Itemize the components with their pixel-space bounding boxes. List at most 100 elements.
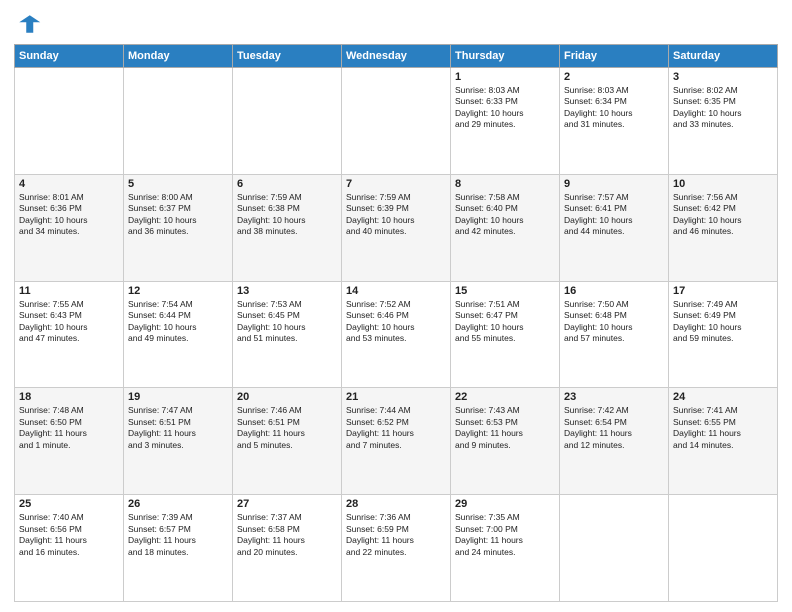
day-number: 7 bbox=[346, 178, 446, 190]
day-info: Sunrise: 7:59 AM Sunset: 6:38 PM Dayligh… bbox=[237, 192, 337, 238]
day-info: Sunrise: 8:01 AM Sunset: 6:36 PM Dayligh… bbox=[19, 192, 119, 238]
calendar-cell: 27 Sunrise: 7:37 AM Sunset: 6:58 PM Dayli… bbox=[233, 495, 342, 602]
calendar-cell: 28Sunrise: 7:36 AM Sunset: 6:59 PM Dayli… bbox=[342, 495, 451, 602]
day-number: 1 bbox=[455, 71, 555, 83]
calendar-cell: 26Sunrise: 7:39 AM Sunset: 6:57 PM Dayli… bbox=[124, 495, 233, 602]
calendar-cell bbox=[669, 495, 778, 602]
day-number: 19 bbox=[128, 391, 228, 403]
day-number: 29 bbox=[455, 498, 555, 510]
calendar-week-row: 1 Sunrise: 8:03 AM Sunset: 6:33 PM Daylig… bbox=[15, 68, 778, 175]
day-info: Sunrise: 7:55 AM Sunset: 6:43 PM Dayligh… bbox=[19, 299, 119, 345]
day-number: 28 bbox=[346, 498, 446, 510]
page: SundayMondayTuesdayWednesdayThursdayFrid… bbox=[0, 0, 792, 612]
day-number: 16 bbox=[564, 285, 664, 297]
calendar-cell bbox=[15, 68, 124, 175]
day-number: 18 bbox=[19, 391, 119, 403]
calendar-cell: 29 Sunrise: 7:35 AM Sunset: 7:00 PM Dayli… bbox=[451, 495, 560, 602]
day-info: Sunrise: 7:48 AM Sunset: 6:50 PM Dayligh… bbox=[19, 405, 119, 451]
calendar-cell: 6 Sunrise: 7:59 AM Sunset: 6:38 PM Daylig… bbox=[233, 174, 342, 281]
day-info: Sunrise: 7:35 AM Sunset: 7:00 PM Dayligh… bbox=[455, 512, 555, 558]
day-number: 4 bbox=[19, 178, 119, 190]
day-number: 6 bbox=[237, 178, 337, 190]
calendar-week-row: 4 Sunrise: 8:01 AM Sunset: 6:36 PM Daylig… bbox=[15, 174, 778, 281]
calendar-cell: 14 Sunrise: 7:52 AM Sunset: 6:46 PM Dayli… bbox=[342, 281, 451, 388]
day-number: 22 bbox=[455, 391, 555, 403]
day-number: 3 bbox=[673, 71, 773, 83]
header-row: SundayMondayTuesdayWednesdayThursdayFrid… bbox=[15, 45, 778, 68]
day-info: Sunrise: 7:46 AM Sunset: 6:51 PM Dayligh… bbox=[237, 405, 337, 451]
day-info: Sunrise: 7:44 AM Sunset: 6:52 PM Dayligh… bbox=[346, 405, 446, 451]
calendar-week-row: 11 Sunrise: 7:55 AM Sunset: 6:43 PM Dayli… bbox=[15, 281, 778, 388]
calendar-cell: 21 Sunrise: 7:44 AM Sunset: 6:52 PM Dayli… bbox=[342, 388, 451, 495]
calendar-cell: 16 Sunrise: 7:50 AM Sunset: 6:48 PM Dayli… bbox=[560, 281, 669, 388]
calendar-cell: 9 Sunrise: 7:57 AM Sunset: 6:41 PM Daylig… bbox=[560, 174, 669, 281]
day-info: Sunrise: 8:00 AM Sunset: 6:37 PM Dayligh… bbox=[128, 192, 228, 238]
calendar-cell: 20 Sunrise: 7:46 AM Sunset: 6:51 PM Dayli… bbox=[233, 388, 342, 495]
calendar-cell: 15Sunrise: 7:51 AM Sunset: 6:47 PM Dayli… bbox=[451, 281, 560, 388]
header bbox=[14, 10, 778, 38]
day-info: Sunrise: 7:56 AM Sunset: 6:42 PM Dayligh… bbox=[673, 192, 773, 238]
day-info: Sunrise: 8:02 AM Sunset: 6:35 PM Dayligh… bbox=[673, 85, 773, 131]
calendar-cell: 7 Sunrise: 7:59 AM Sunset: 6:39 PM Daylig… bbox=[342, 174, 451, 281]
weekday-header: Saturday bbox=[669, 45, 778, 68]
calendar-cell: 11 Sunrise: 7:55 AM Sunset: 6:43 PM Dayli… bbox=[15, 281, 124, 388]
day-number: 17 bbox=[673, 285, 773, 297]
calendar-cell: 24 Sunrise: 7:41 AM Sunset: 6:55 PM Dayli… bbox=[669, 388, 778, 495]
calendar-week-row: 18 Sunrise: 7:48 AM Sunset: 6:50 PM Dayli… bbox=[15, 388, 778, 495]
calendar-cell: 23 Sunrise: 7:42 AM Sunset: 6:54 PM Dayli… bbox=[560, 388, 669, 495]
calendar-cell bbox=[124, 68, 233, 175]
weekday-header: Sunday bbox=[15, 45, 124, 68]
day-info: Sunrise: 7:59 AM Sunset: 6:39 PM Dayligh… bbox=[346, 192, 446, 238]
day-info: Sunrise: 7:57 AM Sunset: 6:41 PM Dayligh… bbox=[564, 192, 664, 238]
calendar-cell: 22 Sunrise: 7:43 AM Sunset: 6:53 PM Dayli… bbox=[451, 388, 560, 495]
day-number: 9 bbox=[564, 178, 664, 190]
day-number: 21 bbox=[346, 391, 446, 403]
day-info: Sunrise: 7:40 AM Sunset: 6:56 PM Dayligh… bbox=[19, 512, 119, 558]
calendar-cell: 2Sunrise: 8:03 AM Sunset: 6:34 PM Daylig… bbox=[560, 68, 669, 175]
calendar-cell: 1 Sunrise: 8:03 AM Sunset: 6:33 PM Daylig… bbox=[451, 68, 560, 175]
day-info: Sunrise: 7:42 AM Sunset: 6:54 PM Dayligh… bbox=[564, 405, 664, 451]
day-number: 13 bbox=[237, 285, 337, 297]
calendar-week-row: 25 Sunrise: 7:40 AM Sunset: 6:56 PM Dayli… bbox=[15, 495, 778, 602]
calendar-cell: 25 Sunrise: 7:40 AM Sunset: 6:56 PM Dayli… bbox=[15, 495, 124, 602]
day-info: Sunrise: 7:52 AM Sunset: 6:46 PM Dayligh… bbox=[346, 299, 446, 345]
day-info: Sunrise: 7:47 AM Sunset: 6:51 PM Dayligh… bbox=[128, 405, 228, 451]
day-info: Sunrise: 7:58 AM Sunset: 6:40 PM Dayligh… bbox=[455, 192, 555, 238]
calendar-cell: 3 Sunrise: 8:02 AM Sunset: 6:35 PM Daylig… bbox=[669, 68, 778, 175]
day-info: Sunrise: 7:43 AM Sunset: 6:53 PM Dayligh… bbox=[455, 405, 555, 451]
weekday-header: Thursday bbox=[451, 45, 560, 68]
day-info: Sunrise: 7:49 AM Sunset: 6:49 PM Dayligh… bbox=[673, 299, 773, 345]
day-number: 23 bbox=[564, 391, 664, 403]
calendar-table: SundayMondayTuesdayWednesdayThursdayFrid… bbox=[14, 44, 778, 602]
day-number: 12 bbox=[128, 285, 228, 297]
day-number: 15 bbox=[455, 285, 555, 297]
day-number: 5 bbox=[128, 178, 228, 190]
calendar-cell bbox=[560, 495, 669, 602]
calendar-cell: 18 Sunrise: 7:48 AM Sunset: 6:50 PM Dayli… bbox=[15, 388, 124, 495]
day-info: Sunrise: 8:03 AM Sunset: 6:34 PM Dayligh… bbox=[564, 85, 664, 131]
day-number: 10 bbox=[673, 178, 773, 190]
calendar-cell: 12Sunrise: 7:54 AM Sunset: 6:44 PM Dayli… bbox=[124, 281, 233, 388]
weekday-header: Monday bbox=[124, 45, 233, 68]
day-info: Sunrise: 8:03 AM Sunset: 6:33 PM Dayligh… bbox=[455, 85, 555, 131]
weekday-header: Tuesday bbox=[233, 45, 342, 68]
calendar-cell: 17 Sunrise: 7:49 AM Sunset: 6:49 PM Dayli… bbox=[669, 281, 778, 388]
day-info: Sunrise: 7:50 AM Sunset: 6:48 PM Dayligh… bbox=[564, 299, 664, 345]
day-info: Sunrise: 7:37 AM Sunset: 6:58 PM Dayligh… bbox=[237, 512, 337, 558]
calendar-cell: 19 Sunrise: 7:47 AM Sunset: 6:51 PM Dayli… bbox=[124, 388, 233, 495]
day-number: 26 bbox=[128, 498, 228, 510]
day-number: 11 bbox=[19, 285, 119, 297]
day-number: 25 bbox=[19, 498, 119, 510]
weekday-header: Friday bbox=[560, 45, 669, 68]
calendar-cell: 4 Sunrise: 8:01 AM Sunset: 6:36 PM Daylig… bbox=[15, 174, 124, 281]
calendar-cell: 13 Sunrise: 7:53 AM Sunset: 6:45 PM Dayli… bbox=[233, 281, 342, 388]
day-info: Sunrise: 7:53 AM Sunset: 6:45 PM Dayligh… bbox=[237, 299, 337, 345]
day-number: 20 bbox=[237, 391, 337, 403]
day-number: 27 bbox=[237, 498, 337, 510]
day-number: 14 bbox=[346, 285, 446, 297]
day-number: 24 bbox=[673, 391, 773, 403]
calendar-cell: 8Sunrise: 7:58 AM Sunset: 6:40 PM Daylig… bbox=[451, 174, 560, 281]
weekday-header: Wednesday bbox=[342, 45, 451, 68]
logo bbox=[14, 10, 46, 38]
day-info: Sunrise: 7:41 AM Sunset: 6:55 PM Dayligh… bbox=[673, 405, 773, 451]
